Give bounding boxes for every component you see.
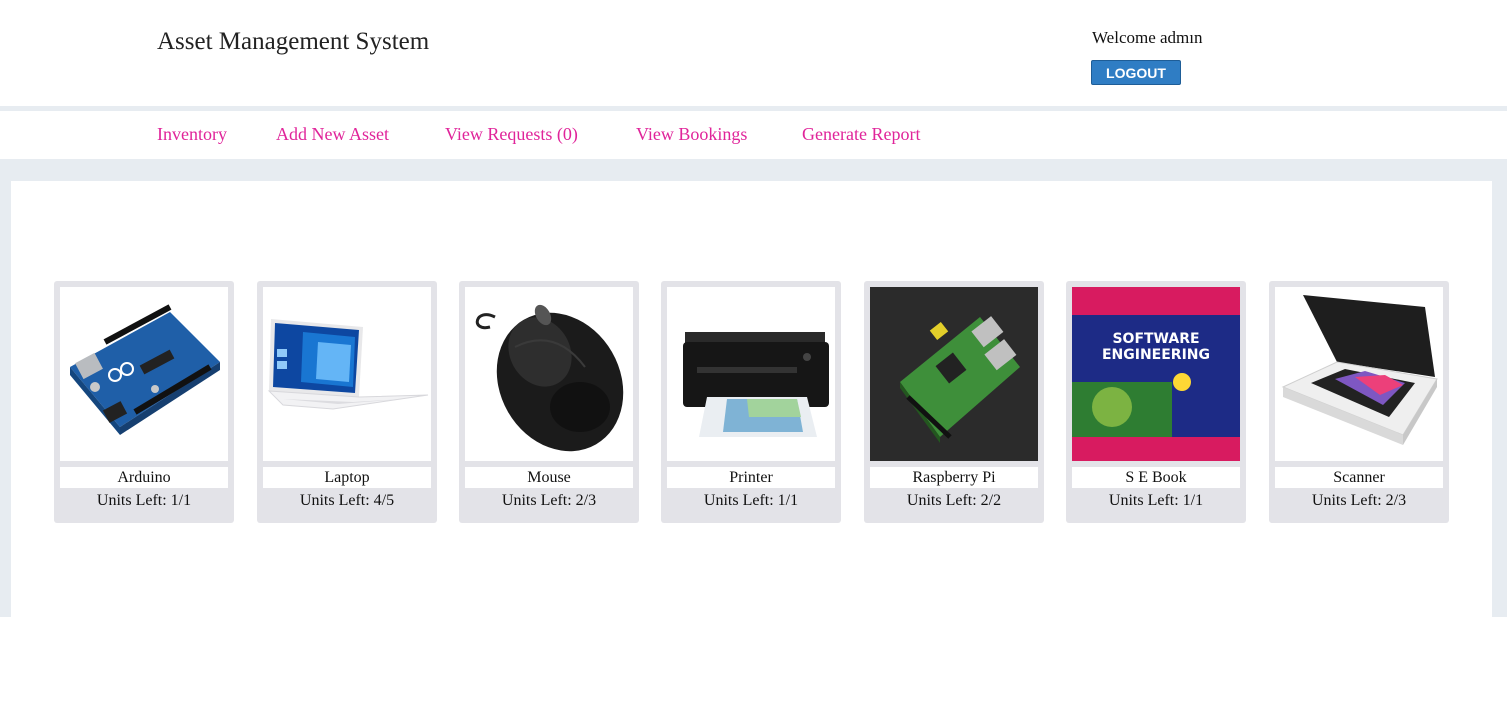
- arduino-board-image: [60, 287, 228, 461]
- asset-card-scanner[interactable]: Scanner Units Left: 2/3: [1269, 281, 1449, 523]
- mouse-image: [465, 287, 633, 461]
- welcome-text: Welcome admın: [1092, 28, 1203, 47]
- asset-card-printer[interactable]: Printer Units Left: 1/1: [661, 281, 841, 523]
- units-left: Units Left: 2/3: [1311, 492, 1407, 509]
- raspberry-pi-image: [870, 287, 1038, 461]
- asset-name: Printer: [667, 467, 835, 488]
- asset-card-arduino[interactable]: Arduino Units Left: 1/1: [54, 281, 234, 523]
- nav-generate-report[interactable]: Generate Report: [802, 124, 920, 145]
- units-left: Units Left: 1/1: [1108, 492, 1204, 509]
- units-left: Units Left: 2/3: [501, 492, 597, 509]
- asset-name: Laptop: [263, 467, 431, 488]
- nav-add-new-asset[interactable]: Add New Asset: [276, 124, 389, 145]
- nav-bar: Inventory Add New Asset View Requests (0…: [0, 111, 1507, 159]
- asset-name: Raspberry Pi: [870, 467, 1038, 488]
- logout-button[interactable]: LOGOUT: [1091, 60, 1181, 85]
- asset-name: S E Book: [1072, 467, 1240, 488]
- scanner-image: [1275, 287, 1443, 461]
- laptop-image: [263, 287, 431, 461]
- asset-name: Scanner: [1275, 467, 1443, 488]
- app-title: Asset Management System: [157, 28, 430, 55]
- asset-card-raspberry-pi[interactable]: Raspberry Pi Units Left: 2/2: [864, 281, 1044, 523]
- units-left: Units Left: 1/1: [703, 492, 799, 509]
- book-cover-title: SOFTWARE ENGINEERING: [1101, 331, 1211, 363]
- book-cover-image: SOFTWARE ENGINEERING: [1072, 287, 1240, 461]
- units-left: Units Left: 2/2: [906, 492, 1002, 509]
- units-left: Units Left: 1/1: [96, 492, 192, 509]
- asset-card-laptop[interactable]: Laptop Units Left: 4/5: [257, 281, 437, 523]
- asset-card-mouse[interactable]: Mouse Units Left: 2/3: [459, 281, 639, 523]
- printer-image: [667, 287, 835, 461]
- asset-name: Mouse: [465, 467, 633, 488]
- nav-view-requests[interactable]: View Requests (0): [445, 124, 578, 145]
- nav-view-bookings[interactable]: View Bookings: [636, 124, 747, 145]
- units-left: Units Left: 4/5: [299, 492, 395, 509]
- header: Asset Management System Welcome admın LO…: [0, 0, 1507, 106]
- asset-card-se-book[interactable]: SOFTWARE ENGINEERING S E Book Units Left…: [1066, 281, 1246, 523]
- nav-inventory[interactable]: Inventory: [157, 124, 227, 145]
- asset-name: Arduino: [60, 467, 228, 488]
